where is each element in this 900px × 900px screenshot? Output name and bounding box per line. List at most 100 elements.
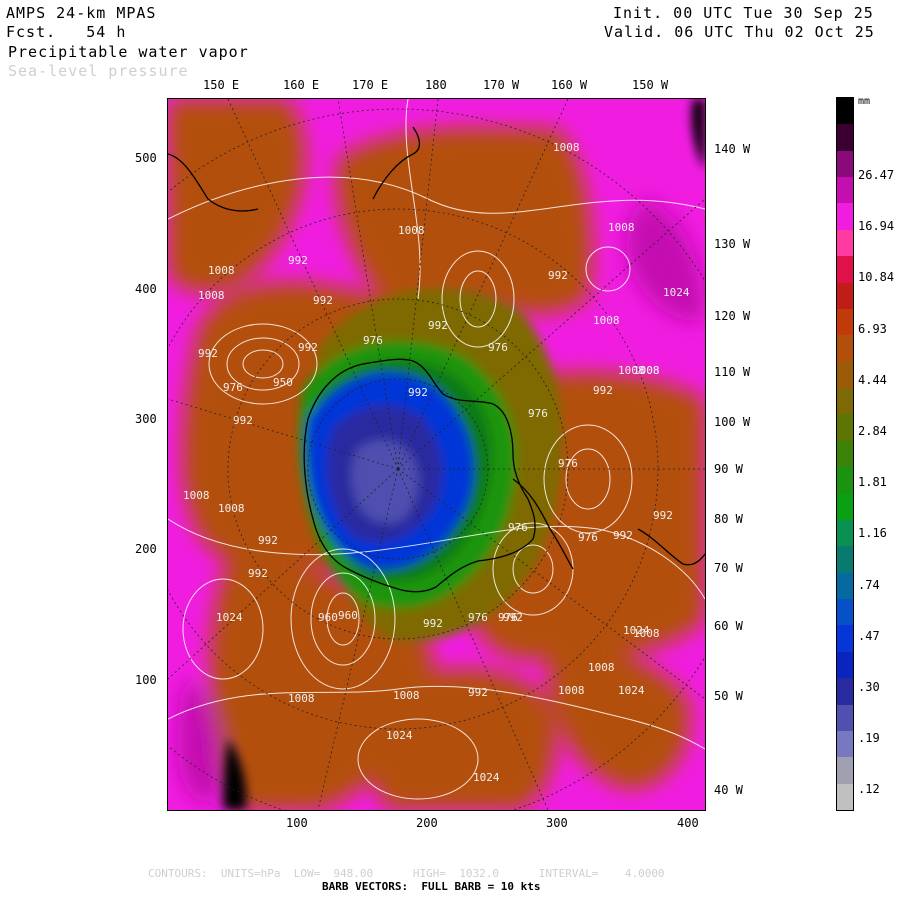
pressure-value-label: 992 <box>298 341 318 354</box>
pressure-value-label: 992 <box>428 319 448 332</box>
pressure-value-label: 1008 <box>398 224 425 237</box>
pressure-value-label: 992 <box>468 686 488 699</box>
lon-label-top: 160 W <box>551 78 588 92</box>
colorbar-cell <box>837 414 853 442</box>
colorbar-cell <box>837 124 853 152</box>
colorbar-cell <box>837 493 853 521</box>
lon-label-right: 120 W <box>714 309 751 323</box>
colorbar-label: .74 <box>858 577 880 592</box>
pressure-value-label: 1008 <box>218 502 245 515</box>
pressure-value-label: 1008 <box>183 489 210 502</box>
colorbar-unit: mm <box>858 96 871 107</box>
lon-label-top: 160 E <box>283 78 320 92</box>
colorbar-cell <box>837 651 853 679</box>
lon-label-right: 60 W <box>714 619 743 633</box>
lon-label-right: 140 W <box>714 142 751 156</box>
colorbar-label: 26.47 <box>858 168 895 182</box>
pressure-value-label: 992 <box>313 294 333 307</box>
colorbar-cell <box>837 546 853 574</box>
x-tick-label: 100 <box>286 816 308 830</box>
pressure-value-label: 1008 <box>393 689 420 702</box>
y-tick-label: 400 <box>135 282 157 296</box>
colorbar-cell <box>837 599 853 626</box>
pressure-value-label: 1024 <box>473 771 500 784</box>
pressure-value-label: 992 <box>503 611 523 624</box>
y-tick-label: 500 <box>135 151 157 165</box>
colorbar-cell <box>837 704 853 732</box>
pressure-value-label: 1024 <box>623 624 650 637</box>
pressure-value-label: 960 <box>338 609 358 622</box>
x-tick-label: 300 <box>546 816 568 830</box>
lon-label-top: 170 E <box>352 78 389 92</box>
pressure-value-label: 976 <box>468 611 488 624</box>
pressure-value-label: 1024 <box>386 729 413 742</box>
pressure-value-label: 992 <box>258 534 278 547</box>
y-tick-label: 200 <box>135 542 157 556</box>
y-tick-label: 300 <box>135 412 157 426</box>
colorbar-label: .30 <box>858 680 880 694</box>
lon-label-right: 90 W <box>714 462 743 476</box>
colorbar-label: 10.84 <box>858 270 895 285</box>
pressure-value-label: 976 <box>508 521 528 534</box>
colorbar-label: 6.93 <box>858 321 887 336</box>
valid-time: Valid. 06 UTC Thu 02 Oct 25 <box>604 23 875 41</box>
pressure-value-label: 992 <box>548 269 568 282</box>
field-secondary-label: Sea-level pressure <box>8 62 189 80</box>
pressure-value-label: 976 <box>488 341 508 354</box>
lon-label-right: 40 W <box>714 783 743 797</box>
forecast-hour: Fcst. 54 h <box>6 23 127 41</box>
colorbar-cell <box>837 150 853 178</box>
x-tick-label: 200 <box>416 816 438 830</box>
colorbar-cell <box>837 229 853 257</box>
colorbar-cell <box>837 308 853 336</box>
lon-label-right: 110 W <box>714 365 751 379</box>
colorbar <box>836 97 854 811</box>
colorbar-cell <box>837 282 853 310</box>
pressure-value-label: 976 <box>558 457 578 470</box>
colorbar-cell <box>837 98 853 125</box>
lon-label-top: 150 E <box>203 78 240 92</box>
pressure-value-label: 976 <box>578 531 598 544</box>
colorbar-cell <box>837 730 853 758</box>
colorbar-label: .19 <box>858 731 880 746</box>
colorbar-cell <box>837 203 853 231</box>
pressure-value-label: 992 <box>613 529 633 542</box>
pressure-value-label: 992 <box>288 254 308 267</box>
model-title: AMPS 24-km MPAS <box>6 4 157 22</box>
colorbar-label: .47 <box>858 628 880 643</box>
colorbar-cell <box>837 625 853 653</box>
pressure-value-label: 1008 <box>588 661 615 674</box>
colorbar-cell <box>837 440 853 468</box>
pressure-value-label: 976 <box>363 334 383 347</box>
lon-label-right: 100 W <box>714 415 751 429</box>
pressure-value-label: 960 <box>318 611 338 624</box>
colorbar-label: 4.44 <box>858 372 887 387</box>
pressure-value-label: 950 <box>273 376 293 389</box>
colorbar-cell <box>837 467 853 495</box>
pressure-value-label: 1008 <box>633 364 660 377</box>
pressure-value-label: 1008 <box>208 264 235 277</box>
lon-label-right: 70 W <box>714 561 743 575</box>
colorbar-cell <box>837 519 853 547</box>
field-primary-label: Precipitable water vapor <box>8 43 249 61</box>
pressure-value-label: 992 <box>248 567 268 580</box>
pressure-value-label: 992 <box>198 347 218 360</box>
colorbar-label: 2.84 <box>858 424 887 438</box>
pressure-value-label: 1008 <box>558 684 585 697</box>
pressure-value-label: 976 <box>528 407 548 420</box>
colorbar-cell <box>837 388 853 415</box>
colorbar-label: 1.16 <box>858 526 887 541</box>
colorbar-cell <box>837 256 853 284</box>
colorbar-cell <box>837 678 853 705</box>
pressure-value-label: 1008 <box>593 314 620 327</box>
x-tick-label: 400 <box>677 816 699 830</box>
colorbar-label: 1.81 <box>858 475 887 490</box>
lon-label-right: 130 W <box>714 237 751 251</box>
pressure-value-label: 1024 <box>216 611 243 624</box>
pressure-value-label: 1008 <box>553 141 580 154</box>
pressure-value-label: 992 <box>408 386 428 399</box>
colorbar-label: 16.94 <box>858 219 895 234</box>
pressure-value-label: 1008 <box>608 221 635 234</box>
colorbar-cell <box>837 572 853 600</box>
pressure-value-label: 1008 <box>288 692 315 705</box>
